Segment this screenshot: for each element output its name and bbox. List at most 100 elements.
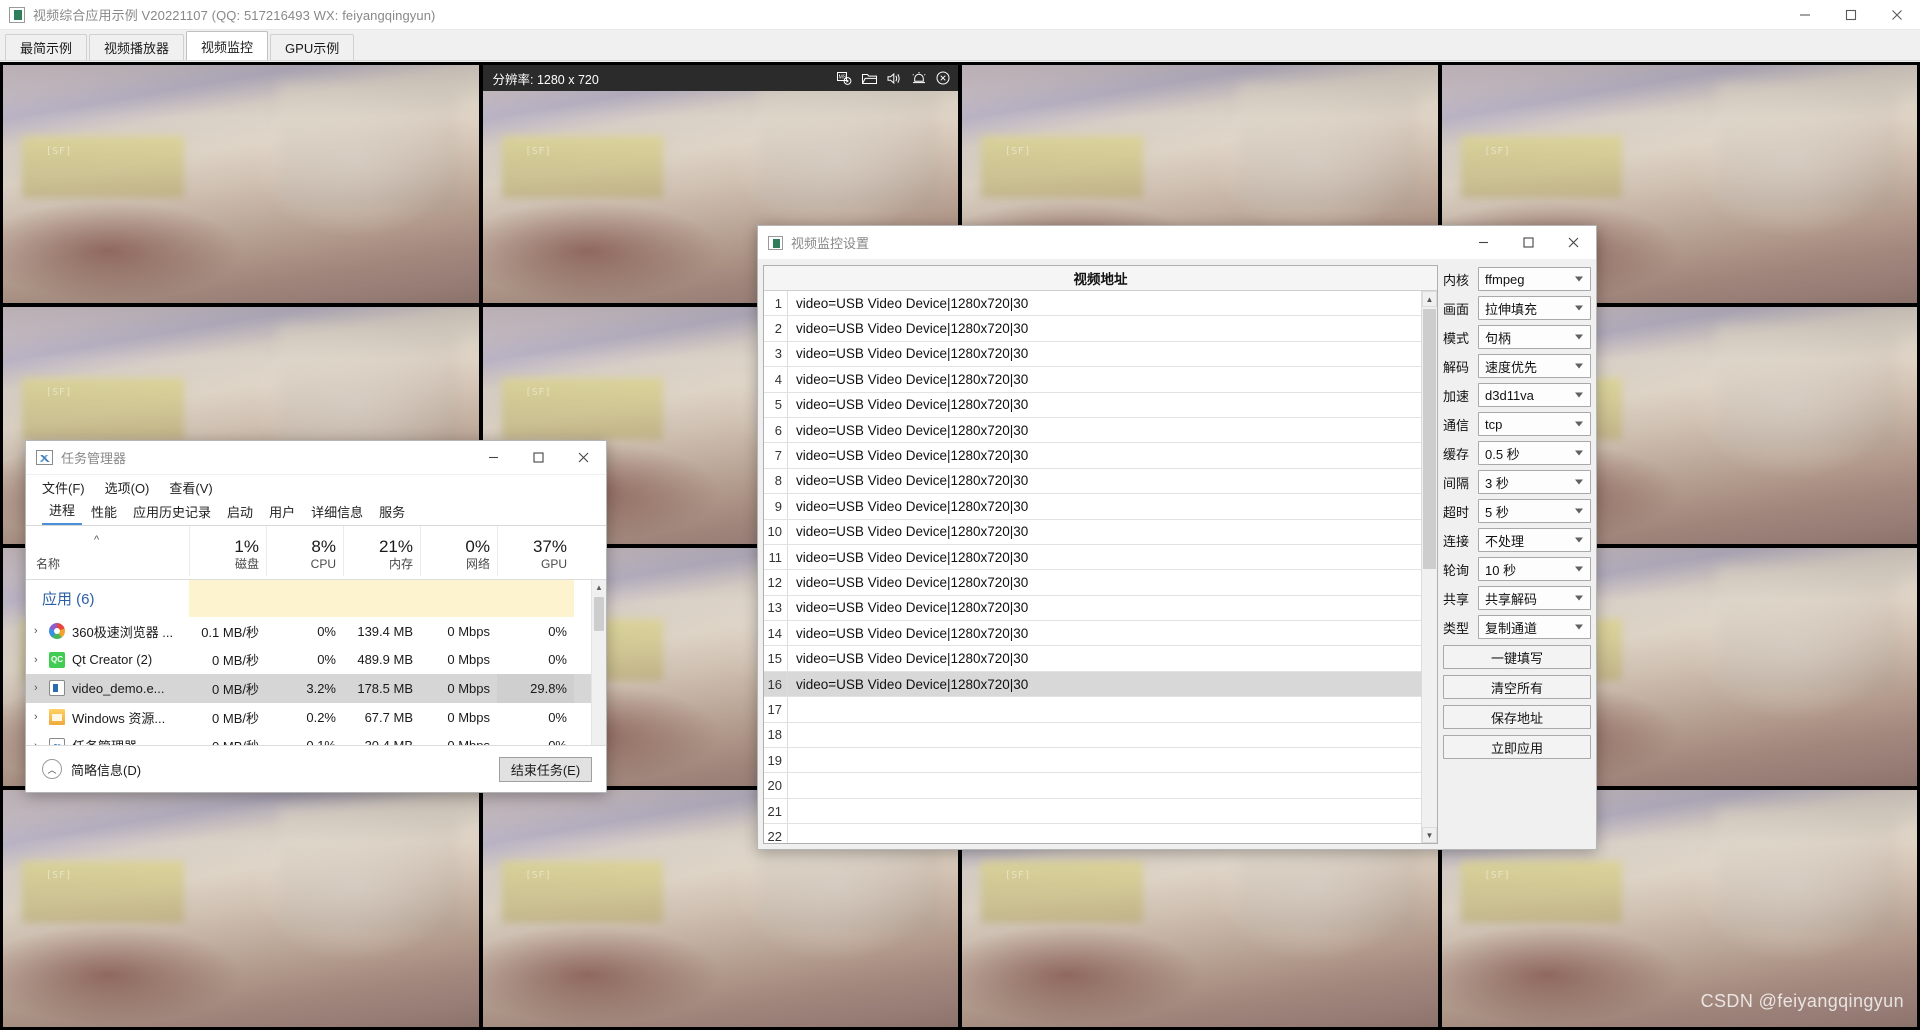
close-button[interactable] [1874,0,1920,30]
scroll-up-arrow-icon[interactable]: ▲ [592,580,606,595]
task-manager-menu-2[interactable]: 查看(V) [169,478,212,497]
video-address-value[interactable]: video=USB Video Device|1280x720|30 [788,372,1028,387]
table-row[interactable]: 应用 (6) [26,580,591,617]
process-name-cell[interactable]: › Qt Creator (2) [26,646,189,675]
task-manager-menu-0[interactable]: 文件(F) [42,478,85,497]
alarm-icon[interactable] [912,71,926,85]
minimize-button[interactable] [1782,0,1828,30]
scroll-down-arrow-icon[interactable]: ▼ [1422,827,1437,843]
video-address-value[interactable]: video=USB Video Device|1280x720|30 [788,626,1028,641]
maximize-button[interactable] [1828,0,1874,30]
settings-maximize-button[interactable] [1506,226,1551,259]
column-header-GPU[interactable]: 37% GPU [497,526,574,576]
expand-chevron-icon[interactable]: › [34,711,49,723]
tab-2[interactable]: 视频监控 [186,31,269,60]
setting-select-共享[interactable]: 共享解码 [1478,586,1591,610]
task-manager-tab-0[interactable]: 进程 [42,498,83,525]
task-manager-tab-5[interactable]: 详细信息 [304,500,370,525]
close-circle-icon[interactable] [936,71,950,85]
table-row[interactable]: 4 video=USB Video Device|1280x720|30 [764,367,1421,393]
settings-button-一键填写[interactable]: 一键填写 [1443,645,1591,669]
task-manager-tab-2[interactable]: 应用历史记录 [126,500,218,525]
process-name-cell[interactable]: › video_demo.e... [26,674,189,703]
less-details-toggle[interactable]: ︿ 简略信息(D) [42,759,141,779]
table-row[interactable]: 1 video=USB Video Device|1280x720|30 [764,291,1421,317]
setting-select-超时[interactable]: 5 秒 [1478,499,1591,523]
settings-table-scrollbar[interactable]: ▲ ▼ [1421,291,1437,843]
column-header-磁盘[interactable]: 1% 磁盘 [189,526,266,576]
tab-3[interactable]: GPU示例 [270,34,355,60]
table-row[interactable]: 16 video=USB Video Device|1280x720|30 [764,671,1421,698]
table-row[interactable]: 18 [764,722,1421,749]
scrollbar-thumb[interactable] [594,597,604,631]
tab-1[interactable]: 视频播放器 [89,34,185,60]
tab-0[interactable]: 最简示例 [5,34,88,60]
setting-select-轮询[interactable]: 10 秒 [1478,557,1591,581]
table-row[interactable]: 9 video=USB Video Device|1280x720|30 [764,494,1421,520]
table-row[interactable]: 15 video=USB Video Device|1280x720|30 [764,646,1421,672]
expand-chevron-icon[interactable]: › [34,682,49,694]
table-row[interactable]: › 360极速浏览器 ... 0.1 MB/秒 0% 139.4 MB 0 Mbps 0% [26,617,591,646]
task-manager-close-button[interactable] [561,441,606,474]
video-address-value[interactable]: video=USB Video Device|1280x720|30 [788,473,1028,488]
task-manager-tab-3[interactable]: 启动 [220,500,260,525]
video-cell[interactable]: [SF] [3,789,479,1027]
scrollbar-thumb[interactable] [1423,309,1436,569]
settings-button-清空所有[interactable]: 清空所有 [1443,675,1591,699]
task-manager-tab-6[interactable]: 服务 [372,500,412,525]
table-row[interactable]: › video_demo.e... 0 MB/秒 3.2% 178.5 MB 0 Mbps… [26,674,591,703]
table-row[interactable]: 14 video=USB Video Device|1280x720|30 [764,621,1421,647]
video-address-value[interactable]: video=USB Video Device|1280x720|30 [788,423,1028,438]
setting-select-间隔[interactable]: 3 秒 [1478,470,1591,494]
table-row[interactable]: 10 video=USB Video Device|1280x720|30 [764,519,1421,545]
table-row[interactable]: 20 [764,773,1421,799]
process-group-name[interactable]: 应用 (6) [26,580,189,617]
video-address-value[interactable]: video=USB Video Device|1280x720|30 [788,600,1028,615]
setting-select-通信[interactable]: tcp [1478,412,1591,436]
speaker-icon[interactable] [887,72,902,85]
video-address-value[interactable]: video=USB Video Device|1280x720|30 [788,296,1028,311]
column-header-内存[interactable]: 21% 内存 [343,526,420,576]
video-address-value[interactable]: video=USB Video Device|1280x720|30 [788,651,1028,666]
record-video-icon[interactable]: MS [837,71,852,85]
task-manager-maximize-button[interactable] [516,441,561,474]
column-header-CPU[interactable]: 8% CPU [266,526,343,576]
setting-select-画面[interactable]: 拉伸填充 [1478,296,1591,320]
video-address-value[interactable]: video=USB Video Device|1280x720|30 [788,524,1028,539]
task-manager-tab-1[interactable]: 性能 [84,500,124,525]
expand-chevron-icon[interactable]: › [34,654,49,666]
setting-select-缓存[interactable]: 0.5 秒 [1478,441,1591,465]
table-row[interactable]: 2 video=USB Video Device|1280x720|30 [764,316,1421,342]
table-row[interactable]: › Qt Creator (2) 0 MB/秒 0% 489.9 MB 0 Mbps 0% [26,646,591,675]
process-name-cell[interactable]: › Windows 资源... [26,703,189,732]
table-row[interactable]: › Windows 资源... 0 MB/秒 0.2% 67.7 MB 0 Mbps 0% [26,703,591,732]
video-address-value[interactable]: video=USB Video Device|1280x720|30 [788,575,1028,590]
table-row[interactable]: 21 [764,798,1421,825]
table-row[interactable]: 5 video=USB Video Device|1280x720|30 [764,392,1421,418]
setting-select-加速[interactable]: d3d11va [1478,383,1591,407]
video-address-value[interactable]: video=USB Video Device|1280x720|30 [788,550,1028,565]
settings-minimize-button[interactable] [1461,226,1506,259]
column-header-name[interactable]: ^ 名称 [26,526,189,576]
task-manager-minimize-button[interactable] [471,441,516,474]
video-address-value[interactable]: video=USB Video Device|1280x720|30 [788,397,1028,412]
setting-select-解码[interactable]: 速度优先 [1478,354,1591,378]
scroll-up-arrow-icon[interactable]: ▲ [1422,291,1437,307]
task-manager-menu-1[interactable]: 选项(O) [105,478,150,497]
table-row[interactable]: 6 video=USB Video Device|1280x720|30 [764,417,1421,444]
setting-select-内核[interactable]: ffmpeg [1478,267,1591,291]
video-cell[interactable]: [SF] [3,65,479,303]
video-address-value[interactable]: video=USB Video Device|1280x720|30 [788,677,1028,692]
task-manager-tab-4[interactable]: 用户 [262,500,302,525]
table-row[interactable]: 7 video=USB Video Device|1280x720|30 [764,443,1421,469]
table-row[interactable]: 17 [764,697,1421,723]
process-name-cell[interactable]: › 360极速浏览器 ... [26,617,189,646]
table-row[interactable]: 19 [764,748,1421,774]
settings-close-button[interactable] [1551,226,1596,259]
table-row[interactable]: 11 video=USB Video Device|1280x720|30 [764,544,1421,571]
settings-button-保存地址[interactable]: 保存地址 [1443,705,1591,729]
video-address-value[interactable]: video=USB Video Device|1280x720|30 [788,346,1028,361]
settings-button-立即应用[interactable]: 立即应用 [1443,735,1591,759]
setting-select-模式[interactable]: 句柄 [1478,325,1591,349]
video-address-value[interactable]: video=USB Video Device|1280x720|30 [788,499,1028,514]
